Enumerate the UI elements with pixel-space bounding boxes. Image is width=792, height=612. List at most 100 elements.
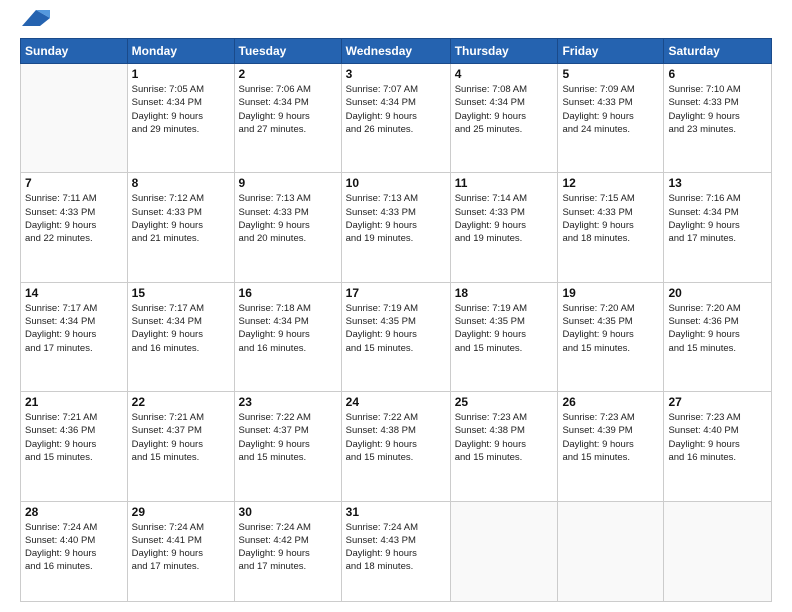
day-number: 4 (455, 67, 554, 81)
day-number: 19 (562, 286, 659, 300)
day-info: Sunrise: 7:19 AMSunset: 4:35 PMDaylight:… (346, 302, 446, 355)
day-cell: 2Sunrise: 7:06 AMSunset: 4:34 PMDaylight… (234, 64, 341, 173)
day-info: Sunrise: 7:23 AMSunset: 4:38 PMDaylight:… (455, 411, 554, 464)
day-cell: 26 Sunrise: 7:23 AMSunset: 4:39 PMDayligh… (558, 392, 664, 501)
weekday-header-tuesday: Tuesday (234, 39, 341, 64)
day-info: Sunrise: 7:21 AMSunset: 4:36 PMDaylight:… (25, 411, 123, 464)
day-info: Sunrise: 7:22 AMSunset: 4:37 PMDaylight:… (239, 411, 337, 464)
day-info: Sunrise: 7:11 AMSunset: 4:33 PMDaylight:… (25, 192, 123, 245)
day-number: 10 (346, 176, 446, 190)
day-info: Sunrise: 7:20 AMSunset: 4:35 PMDaylight:… (562, 302, 659, 355)
day-cell: 19 Sunrise: 7:20 AMSunset: 4:35 PMDayligh… (558, 282, 664, 391)
day-number: 18 (455, 286, 554, 300)
day-info: Sunrise: 7:17 AMSunset: 4:34 PMDaylight:… (25, 302, 123, 355)
day-info: Sunrise: 7:16 AMSunset: 4:34 PMDaylight:… (668, 192, 767, 245)
day-number: 3 (346, 67, 446, 81)
day-number: 1 (132, 67, 230, 81)
day-cell: 3 Sunrise: 7:07 AMSunset: 4:34 PMDaylight… (341, 64, 450, 173)
day-cell: 29Sunrise: 7:24 AMSunset: 4:41 PMDayligh… (127, 501, 234, 601)
day-number: 12 (562, 176, 659, 190)
day-cell: 5Sunrise: 7:09 AMSunset: 4:33 PMDaylight… (558, 64, 664, 173)
day-info: Sunrise: 7:20 AMSunset: 4:36 PMDaylight:… (668, 302, 767, 355)
day-number: 5 (562, 67, 659, 81)
day-info: Sunrise: 7:12 AMSunset: 4:33 PMDaylight:… (132, 192, 230, 245)
day-cell: 14 Sunrise: 7:17 AMSunset: 4:34 PMDayligh… (21, 282, 128, 391)
day-cell: 17 Sunrise: 7:19 AMSunset: 4:35 PMDayligh… (341, 282, 450, 391)
day-number: 21 (25, 395, 123, 409)
weekday-header-thursday: Thursday (450, 39, 558, 64)
day-number: 9 (239, 176, 337, 190)
logo (20, 16, 50, 28)
day-info: Sunrise: 7:15 AMSunset: 4:33 PMDaylight:… (562, 192, 659, 245)
day-cell: 23 Sunrise: 7:22 AMSunset: 4:37 PMDayligh… (234, 392, 341, 501)
weekday-header-row: SundayMondayTuesdayWednesdayThursdayFrid… (21, 39, 772, 64)
day-cell (21, 64, 128, 173)
day-info: Sunrise: 7:23 AMSunset: 4:39 PMDaylight:… (562, 411, 659, 464)
day-number: 8 (132, 176, 230, 190)
day-cell: 12 Sunrise: 7:15 AMSunset: 4:33 PMDayligh… (558, 173, 664, 282)
weekday-header-wednesday: Wednesday (341, 39, 450, 64)
day-number: 26 (562, 395, 659, 409)
day-number: 24 (346, 395, 446, 409)
day-number: 20 (668, 286, 767, 300)
week-row-3: 14 Sunrise: 7:17 AMSunset: 4:34 PMDayligh… (21, 282, 772, 391)
day-number: 2 (239, 67, 337, 81)
day-info: Sunrise: 7:21 AMSunset: 4:37 PMDaylight:… (132, 411, 230, 464)
day-cell: 8 Sunrise: 7:12 AMSunset: 4:33 PMDaylight… (127, 173, 234, 282)
weekday-header-friday: Friday (558, 39, 664, 64)
weekday-header-sunday: Sunday (21, 39, 128, 64)
day-cell: 4 Sunrise: 7:08 AMSunset: 4:34 PMDaylight… (450, 64, 558, 173)
day-info: Sunrise: 7:24 AMSunset: 4:43 PMDaylight:… (346, 521, 446, 574)
day-cell: 20 Sunrise: 7:20 AMSunset: 4:36 PMDayligh… (664, 282, 772, 391)
day-cell: 31Sunrise: 7:24 AMSunset: 4:43 PMDayligh… (341, 501, 450, 601)
day-cell: 27 Sunrise: 7:23 AMSunset: 4:40 PMDayligh… (664, 392, 772, 501)
day-cell: 16Sunrise: 7:18 AMSunset: 4:34 PMDayligh… (234, 282, 341, 391)
day-info: Sunrise: 7:22 AMSunset: 4:38 PMDaylight:… (346, 411, 446, 464)
day-number: 6 (668, 67, 767, 81)
page: SundayMondayTuesdayWednesdayThursdayFrid… (0, 0, 792, 612)
logo-icon (22, 8, 50, 28)
week-row-2: 7Sunrise: 7:11 AMSunset: 4:33 PMDaylight… (21, 173, 772, 282)
day-number: 22 (132, 395, 230, 409)
day-info: Sunrise: 7:17 AMSunset: 4:34 PMDaylight:… (132, 302, 230, 355)
day-info: Sunrise: 7:10 AMSunset: 4:33 PMDaylight:… (668, 83, 767, 136)
day-number: 23 (239, 395, 337, 409)
weekday-header-monday: Monday (127, 39, 234, 64)
week-row-4: 21 Sunrise: 7:21 AMSunset: 4:36 PMDayligh… (21, 392, 772, 501)
day-info: Sunrise: 7:19 AMSunset: 4:35 PMDaylight:… (455, 302, 554, 355)
day-cell (664, 501, 772, 601)
day-cell: 15 Sunrise: 7:17 AMSunset: 4:34 PMDayligh… (127, 282, 234, 391)
day-cell: 13 Sunrise: 7:16 AMSunset: 4:34 PMDayligh… (664, 173, 772, 282)
day-info: Sunrise: 7:23 AMSunset: 4:40 PMDaylight:… (668, 411, 767, 464)
day-cell: 24 Sunrise: 7:22 AMSunset: 4:38 PMDayligh… (341, 392, 450, 501)
day-cell: 28 Sunrise: 7:24 AMSunset: 4:40 PMDayligh… (21, 501, 128, 601)
day-info: Sunrise: 7:13 AMSunset: 4:33 PMDaylight:… (239, 192, 337, 245)
day-cell: 6 Sunrise: 7:10 AMSunset: 4:33 PMDaylight… (664, 64, 772, 173)
week-row-5: 28 Sunrise: 7:24 AMSunset: 4:40 PMDayligh… (21, 501, 772, 601)
week-row-1: 1 Sunrise: 7:05 AMSunset: 4:34 PMDaylight… (21, 64, 772, 173)
day-number: 30 (239, 505, 337, 519)
day-number: 11 (455, 176, 554, 190)
day-number: 15 (132, 286, 230, 300)
day-cell (558, 501, 664, 601)
day-number: 27 (668, 395, 767, 409)
day-cell: 22 Sunrise: 7:21 AMSunset: 4:37 PMDayligh… (127, 392, 234, 501)
day-info: Sunrise: 7:24 AMSunset: 4:40 PMDaylight:… (25, 521, 123, 574)
day-info: Sunrise: 7:14 AMSunset: 4:33 PMDaylight:… (455, 192, 554, 245)
day-number: 25 (455, 395, 554, 409)
day-number: 14 (25, 286, 123, 300)
day-number: 28 (25, 505, 123, 519)
day-number: 17 (346, 286, 446, 300)
day-cell: 9 Sunrise: 7:13 AMSunset: 4:33 PMDaylight… (234, 173, 341, 282)
day-info: Sunrise: 7:08 AMSunset: 4:34 PMDaylight:… (455, 83, 554, 136)
day-info: Sunrise: 7:24 AMSunset: 4:42 PMDaylight:… (239, 521, 337, 574)
day-cell: 10 Sunrise: 7:13 AMSunset: 4:33 PMDayligh… (341, 173, 450, 282)
day-info: Sunrise: 7:07 AMSunset: 4:34 PMDaylight:… (346, 83, 446, 136)
day-number: 29 (132, 505, 230, 519)
day-cell (450, 501, 558, 601)
day-info: Sunrise: 7:13 AMSunset: 4:33 PMDaylight:… (346, 192, 446, 245)
day-cell: 7Sunrise: 7:11 AMSunset: 4:33 PMDaylight… (21, 173, 128, 282)
calendar: SundayMondayTuesdayWednesdayThursdayFrid… (20, 38, 772, 602)
day-info: Sunrise: 7:05 AMSunset: 4:34 PMDaylight:… (132, 83, 230, 136)
day-number: 13 (668, 176, 767, 190)
